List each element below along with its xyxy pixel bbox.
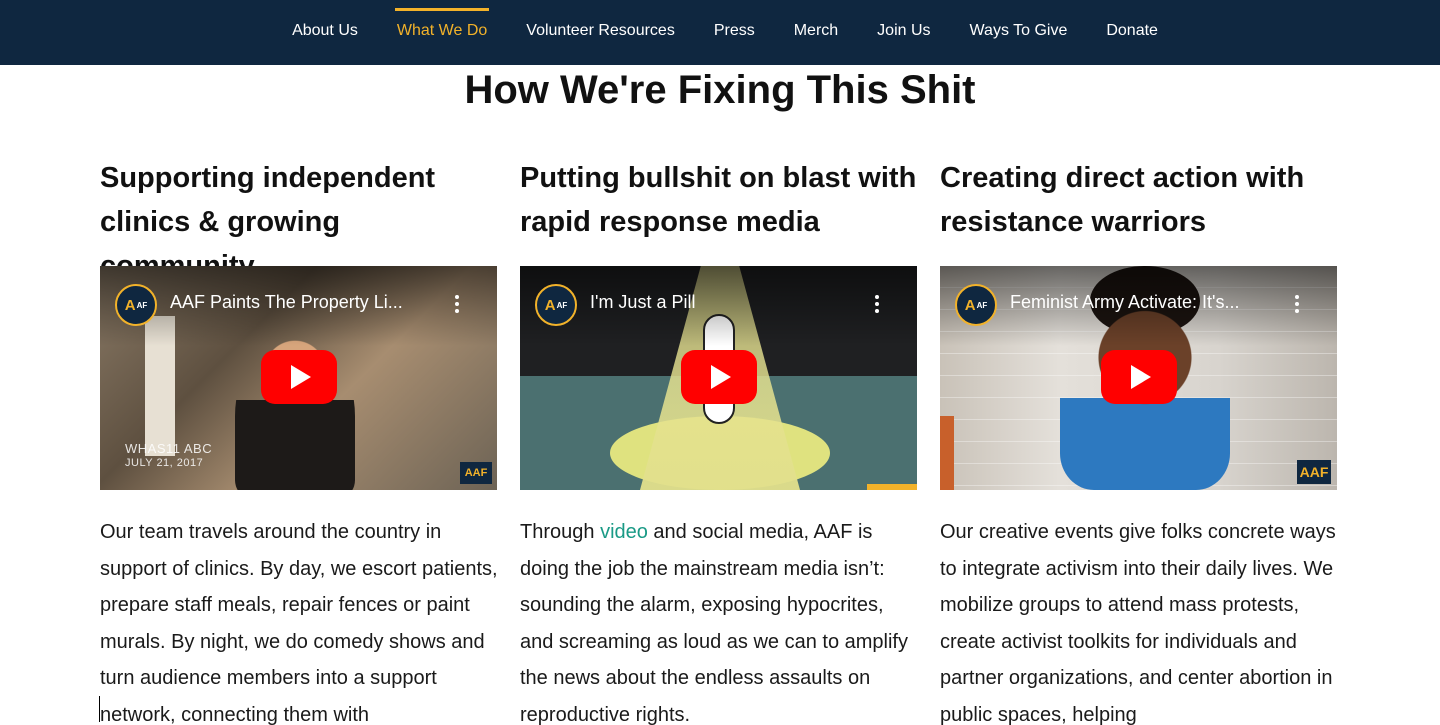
channel-logo-icon[interactable]: A AF <box>535 284 577 326</box>
more-options-icon[interactable] <box>1287 292 1307 316</box>
column-heading: Creating direct action with resistance w… <box>940 162 1305 238</box>
video-link[interactable]: video <box>600 521 648 543</box>
text-caret <box>99 696 100 722</box>
watermark-station: WHAS11 ABC <box>125 441 213 456</box>
column-description: Our creative events give folks concrete … <box>940 521 1336 725</box>
nav-item-merch[interactable]: Merch <box>794 0 838 65</box>
column-heading: Supporting independent clinics & growing… <box>100 162 436 282</box>
nav-item-press[interactable]: Press <box>714 0 755 65</box>
nav-item-join-us[interactable]: Join Us <box>877 0 930 65</box>
corner-logo-badge <box>867 484 917 490</box>
nav-item-donate[interactable]: Donate <box>1106 0 1158 65</box>
video-player[interactable]: A AF Feminist Army Activate: It's... AAF <box>940 266 1337 490</box>
more-options-icon[interactable] <box>447 292 467 316</box>
channel-logo-icon[interactable]: A AF <box>115 284 157 326</box>
column-description: Our team travels around the country in s… <box>100 521 498 725</box>
top-navbar: About Us What We Do Volunteer Resources … <box>0 0 1440 65</box>
video-thumbnail-detail <box>940 416 954 490</box>
main-nav: About Us What We Do Volunteer Resources … <box>0 0 1440 65</box>
corner-logo-badge: AAF <box>460 462 492 484</box>
watermark-date: JULY 21, 2017 <box>125 457 204 469</box>
play-button-icon[interactable] <box>1101 350 1177 404</box>
video-title[interactable]: AAF Paints The Property Li... <box>170 292 440 313</box>
video-player[interactable]: A AF AAF Paints The Property Li... WHAS11… <box>100 266 497 490</box>
text-segment: and social media, AAF is doing the job t… <box>520 521 908 725</box>
nav-item-about-us[interactable]: About Us <box>292 0 358 65</box>
column-media: Putting bullshit on blast with rapid res… <box>520 156 918 725</box>
channel-logo-icon[interactable]: A AF <box>955 284 997 326</box>
text-segment: Through <box>520 521 601 543</box>
column-direct-action: Creating direct action with resistance w… <box>940 156 1338 725</box>
column-description: Through video and social media, AAF is d… <box>520 514 918 725</box>
play-button-icon[interactable] <box>261 350 337 404</box>
column-heading: Putting bullshit on blast with rapid res… <box>520 162 917 238</box>
page-title: How We're Fixing This Shit <box>464 68 976 112</box>
play-button-icon[interactable] <box>681 350 757 404</box>
nav-item-ways-to-give[interactable]: Ways To Give <box>970 0 1068 65</box>
column-clinics: Supporting independent clinics & growing… <box>100 156 498 725</box>
video-title[interactable]: I'm Just a Pill <box>590 292 860 313</box>
more-options-icon[interactable] <box>867 292 887 316</box>
nav-item-what-we-do[interactable]: What We Do <box>394 0 490 65</box>
corner-logo-badge: AAF <box>1297 460 1331 484</box>
video-player[interactable]: A AF I'm Just a Pill <box>520 266 917 490</box>
video-watermark: WHAS11 ABC JULY 21, 2017 <box>125 442 212 470</box>
nav-item-volunteer-resources[interactable]: Volunteer Resources <box>526 0 675 65</box>
video-title[interactable]: Feminist Army Activate: It's... <box>1010 292 1280 313</box>
